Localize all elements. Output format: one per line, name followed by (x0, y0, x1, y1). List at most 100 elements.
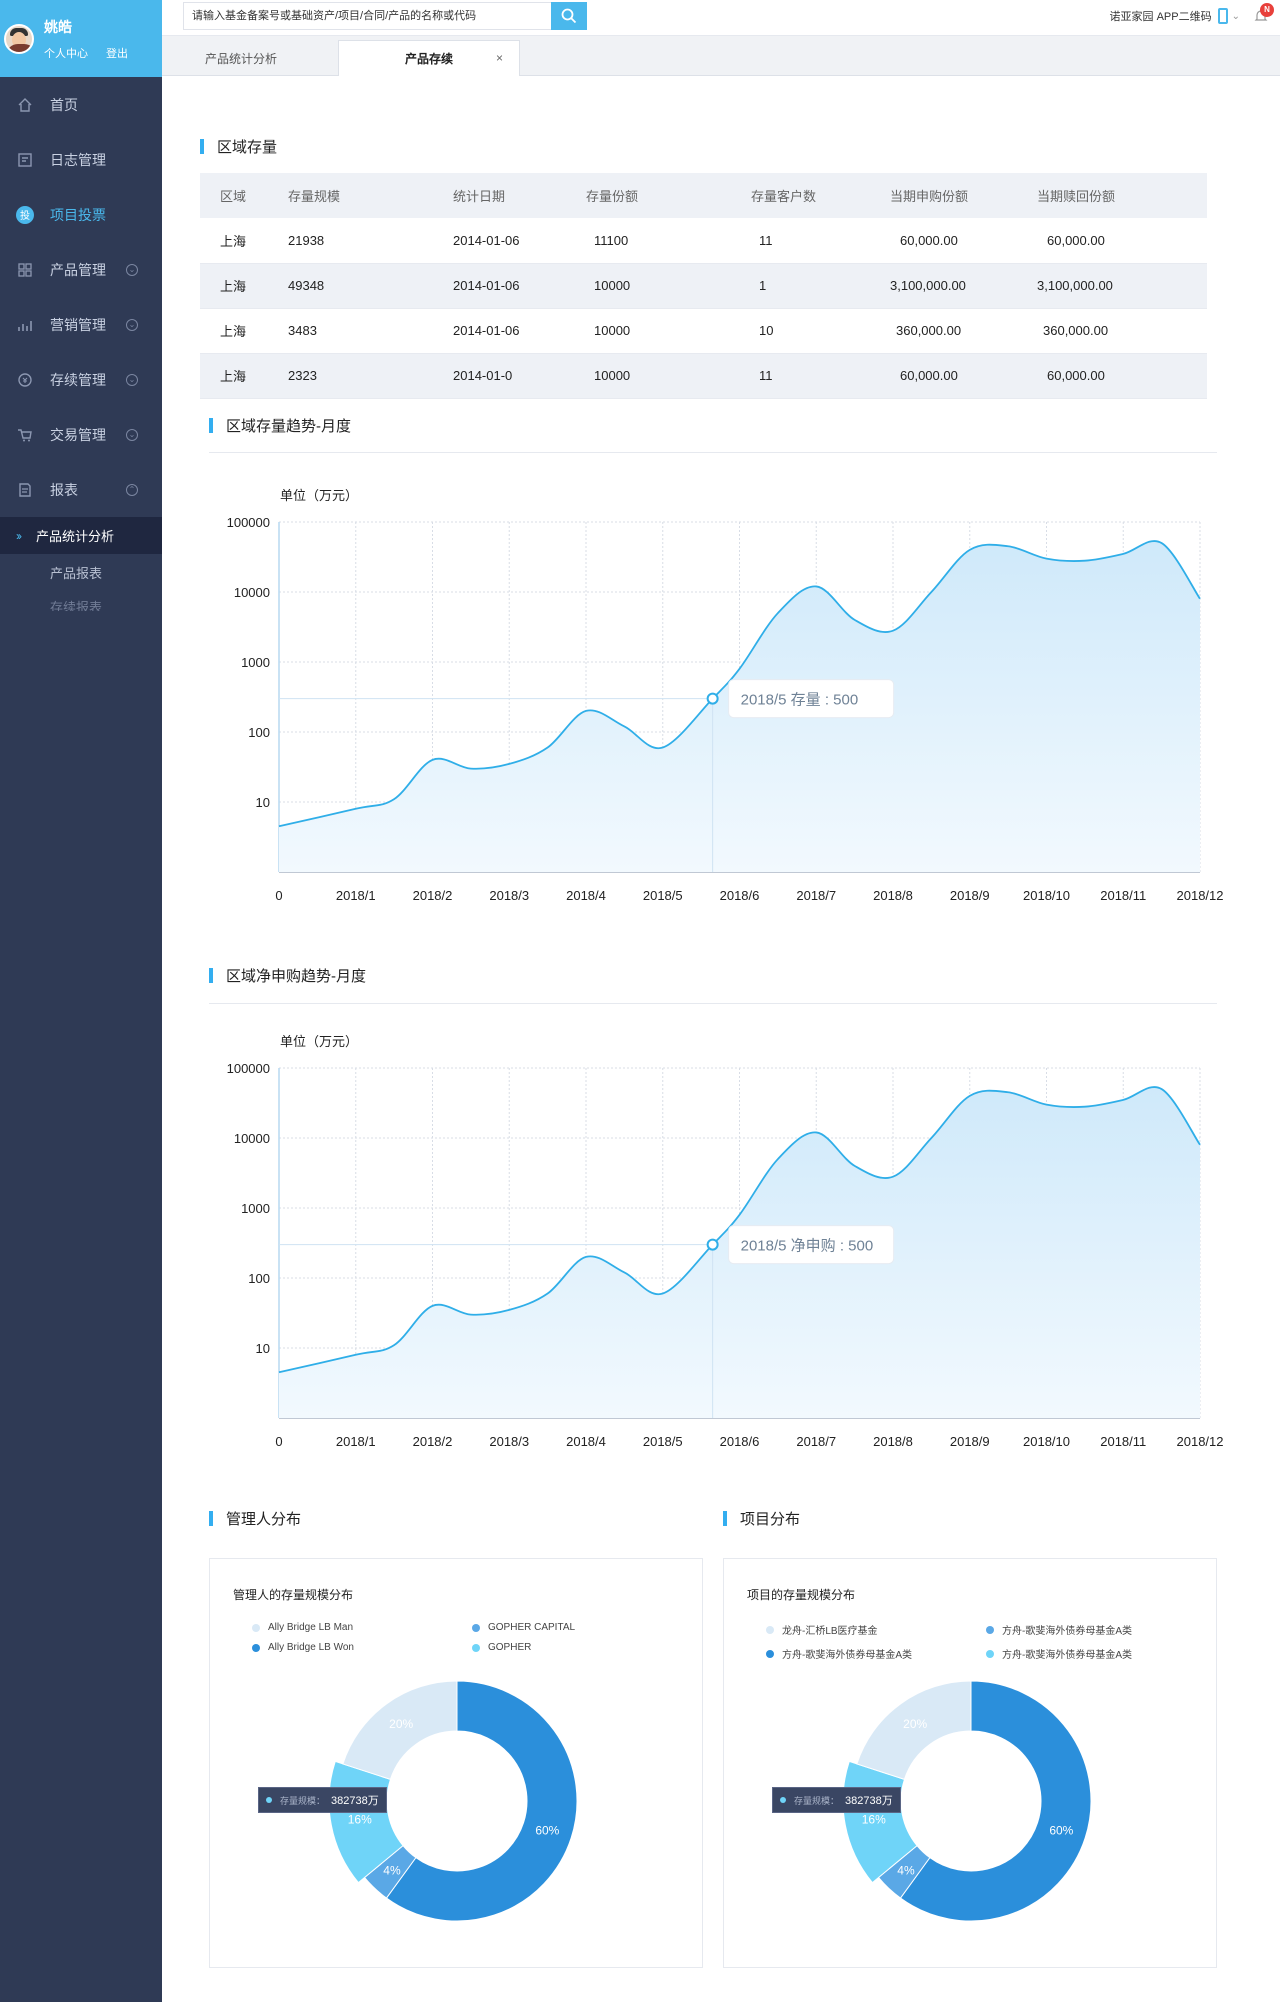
project-pie-chart: 60% 4% 16% 20% (842, 1680, 1092, 1922)
section-title-project: 项目分布 (723, 1508, 800, 1529)
section-bar (723, 1511, 727, 1526)
pie-slice-label: 4% (897, 1863, 915, 1877)
chevron-down-icon[interactable]: ⌄ (126, 263, 138, 276)
phone-icon[interactable] (1217, 8, 1228, 24)
sidebar-item-duration[interactable]: 存续管理 ⌄ (0, 352, 162, 407)
sidebar-item-label: 项目投票 (50, 206, 106, 223)
section-title-text: 管理人分布 (226, 1511, 302, 1528)
chevron-down-icon[interactable]: ⌄ (126, 428, 138, 441)
table-cell: 2014-01-06 (453, 263, 586, 309)
table-row[interactable]: 上海 3483 2014-01-06 10000 10 360,000.00 3… (200, 308, 1207, 354)
sidebar-item-trade[interactable]: 交易管理 ⌄ (0, 407, 162, 462)
manager-pie-card: 管理人的存量规模分布 Ally Bridge LB Man GOPHER CAP… (209, 1558, 703, 1968)
tooltip-value: 382738万 (845, 1795, 893, 1807)
pie-slice-label: 16% (862, 1813, 886, 1827)
section-title-subscription-trend: 区域净申购趋势-月度 (209, 965, 366, 986)
grid-icon (16, 261, 34, 279)
sidebar-item-label: 日志管理 (50, 151, 106, 168)
table-cell: 10 (751, 308, 890, 354)
y-tick-label: 10000 (234, 1131, 270, 1146)
section-bar (200, 139, 204, 154)
x-tick-label: 2018/1 (336, 888, 376, 903)
sidebar-item-report[interactable]: 报表 ⌃ (0, 462, 162, 517)
x-tick-label: 2018/10 (1023, 888, 1070, 903)
x-tick-label: 2018/11 (1100, 888, 1146, 903)
tab-product-stats[interactable]: 产品统计分析 (182, 40, 300, 76)
pie-slice-label: 20% (903, 1717, 927, 1731)
sidebar-item-log[interactable]: 日志管理 (0, 132, 162, 187)
qr-label[interactable]: 诺亚家园 APP二维码 (1110, 8, 1212, 24)
search-button[interactable] (551, 2, 587, 30)
pie-slice-label: 16% (348, 1813, 372, 1827)
pie-tooltip: 存量规模： 382738万 (772, 1787, 901, 1813)
chevron-down-icon[interactable]: ⌄ (126, 373, 138, 386)
table-header: 当期赎回份额 (1037, 173, 1207, 218)
sidebar-subitem-product-stats[interactable]: ›› 产品统计分析 (0, 517, 162, 554)
chevron-up-icon[interactable]: ⌃ (126, 483, 138, 496)
table-cell: 10000 (586, 263, 751, 309)
table-row[interactable]: 上海 2323 2014-01-0 10000 11 60,000.00 60,… (200, 353, 1207, 399)
chart-icon (16, 316, 34, 334)
user-info: 姚皓 个人中心 登出 (44, 17, 128, 61)
sidebar-subitem-product-report[interactable]: 产品报表 (0, 554, 162, 591)
search-input[interactable] (184, 3, 551, 29)
y-tick-label: 100 (248, 1271, 270, 1286)
x-tick-label: 2018/3 (489, 888, 529, 903)
y-tick-label: 100 (248, 725, 270, 740)
table-header-row: 区域 存量规模 统计日期 存量份额 存量客户数 当期申购份额 当期赎回份额 (200, 173, 1207, 218)
table-cell: 2323 (288, 353, 453, 399)
divider (209, 1003, 1217, 1004)
table-cell: 10000 (586, 308, 751, 354)
close-icon[interactable]: × (496, 51, 503, 65)
log-icon (16, 151, 34, 169)
x-tick-label: 2018/2 (413, 888, 453, 903)
x-tick-label: 2018/12 (1177, 888, 1224, 903)
tooltip-label: 存量规模： (794, 1795, 840, 1806)
topbar: 诺亚家园 APP二维码 ⌄ N (162, 0, 1280, 36)
table-cell: 上海 (200, 353, 288, 399)
search-box (183, 2, 587, 30)
tab-product-duration[interactable]: 产品存续 × (338, 40, 520, 76)
sidebar-item-label: 营销管理 (50, 316, 106, 333)
sidebar-item-label: 产品管理 (50, 261, 106, 278)
double-chevron-icon: ›› (16, 528, 22, 543)
section-title-text: 区域存量趋势-月度 (226, 418, 351, 435)
sidebar-subitem-duration-report[interactable]: 存续报表 (0, 591, 162, 611)
x-tick-label: 2018/8 (873, 888, 913, 903)
search-icon (561, 8, 577, 24)
sidebar: 姚皓 个人中心 登出 首页 日志管理 投 项目投票 产品管理 ⌄ 营销管理 ⌄ … (0, 0, 162, 2002)
table-cell: 2014-01-06 (453, 218, 586, 264)
table-cell: 2014-01-0 (453, 353, 586, 399)
pie-slice-label: 20% (389, 1717, 413, 1731)
tabbar: 产品统计分析 产品存续 × (162, 36, 1280, 76)
pie-tooltip: 存量规模： 382738万 (258, 1787, 387, 1813)
pie-slice-label: 60% (1049, 1823, 1073, 1837)
x-tick-label: 2018/5 (643, 888, 683, 903)
home-icon (16, 96, 34, 114)
section-title-text: 区域存量 (217, 139, 278, 156)
table-cell: 21938 (288, 218, 453, 264)
sidebar-item-home[interactable]: 首页 (0, 77, 162, 132)
sidebar-item-product[interactable]: 产品管理 ⌄ (0, 242, 162, 297)
table-row[interactable]: 上海 21938 2014-01-06 11100 11 60,000.00 6… (200, 218, 1207, 264)
user-center-link[interactable]: 个人中心 (44, 45, 88, 61)
avatar[interactable] (4, 23, 34, 54)
table-row[interactable]: 上海 49348 2014-01-06 10000 1 3,100,000.00… (200, 263, 1207, 309)
table-cell: 3483 (288, 308, 453, 354)
region-table: 区域 存量规模 统计日期 存量份额 存量客户数 当期申购份额 当期赎回份额 上海… (200, 173, 1207, 399)
y-tick-label: 10 (256, 795, 270, 810)
sidebar-item-marketing[interactable]: 营销管理 ⌄ (0, 297, 162, 352)
top-right: 诺亚家园 APP二维码 ⌄ N (1110, 3, 1274, 24)
unit-label: 单位（万元） (280, 1034, 359, 1049)
chevron-down-icon[interactable]: ⌄ (126, 318, 138, 331)
chevron-down-icon[interactable]: ⌄ (1232, 11, 1240, 22)
x-tick-label: 2018/4 (566, 1434, 606, 1449)
sidebar-item-vote[interactable]: 投 项目投票 (0, 187, 162, 242)
logout-link[interactable]: 登出 (106, 45, 128, 61)
bell-icon[interactable]: N (1254, 3, 1274, 23)
x-tick-label: 2018/9 (950, 888, 990, 903)
table-cell: 360,000.00 (890, 308, 1037, 354)
x-tick-label: 2018/12 (1177, 1434, 1224, 1449)
pie-slice-label: 4% (383, 1863, 401, 1877)
stock-trend-chart: 100000100001000100100 2018/1 2018/2 2018/3 2… (227, 515, 1224, 903)
